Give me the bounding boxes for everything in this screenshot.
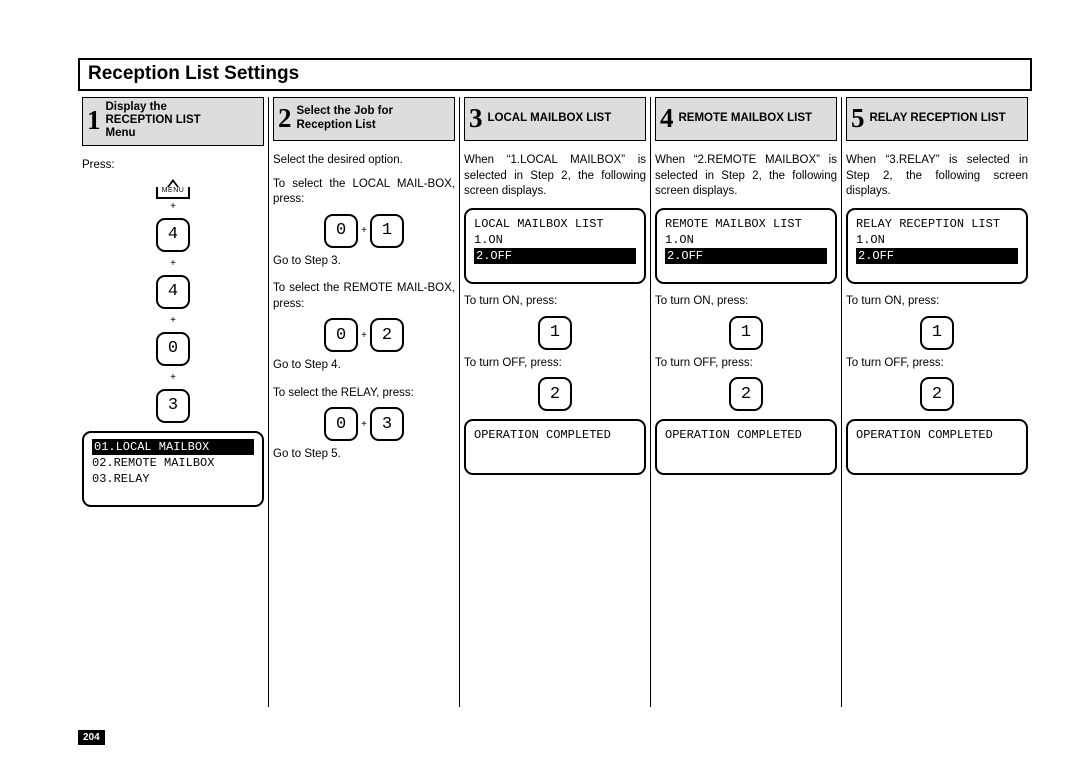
body-text: To select the REMOTE MAIL-BOX, press: — [273, 281, 455, 312]
col-5: 5 RELAY RECEPTION LIST When “3.RELAY” is… — [841, 97, 1032, 707]
lcd-line-selected: 2.OFF — [856, 248, 1018, 264]
keypad-key: 3 — [370, 407, 404, 441]
body-text: Go to Step 5. — [273, 447, 455, 463]
body-text: When “3.RELAY” is selected in Step 2, th… — [846, 153, 1028, 200]
keypad-key: 4 — [156, 218, 190, 252]
lcd-screen: LOCAL MAILBOX LIST 1.ON 2.OFF — [464, 208, 646, 285]
keypad-key: 1 — [920, 316, 954, 350]
keypad-key: 0 — [324, 407, 358, 441]
body-text: When “2.REMOTE MAILBOX” is selected in S… — [655, 153, 837, 200]
press-label: Press: — [82, 158, 264, 174]
lcd-line-selected: 2.OFF — [665, 248, 827, 264]
keypad-key: 2 — [729, 377, 763, 411]
step-title: Select the Job for Reception List — [297, 105, 394, 131]
lcd-line: REMOTE MAILBOX LIST — [665, 217, 802, 231]
body-text: To turn ON, press: — [655, 294, 837, 310]
lcd-screen: REMOTE MAILBOX LIST 1.ON 2.OFF — [655, 208, 837, 285]
plus-icon: + — [82, 201, 264, 212]
col-4: 4 REMOTE MAILBOX LIST When “2.REMOTE MAI… — [650, 97, 841, 707]
step-title: RELAY RECEPTION LIST — [870, 112, 1006, 125]
keypad-key: 0 — [324, 214, 358, 248]
step-title: REMOTE MAILBOX LIST — [679, 112, 813, 125]
plus-icon: + — [82, 372, 264, 383]
step-title-l2: RECEPTION LIST — [106, 114, 201, 126]
col-1: 1 Display the RECEPTION LIST Menu Press:… — [78, 97, 268, 707]
step-number: 3 — [469, 105, 483, 132]
col3-header: 3 LOCAL MAILBOX LIST — [464, 97, 646, 141]
col2-header: 2 Select the Job for Reception List — [273, 97, 455, 141]
col-2: 2 Select the Job for Reception List Sele… — [268, 97, 459, 707]
lcd-line: OPERATION COMPLETED — [474, 428, 611, 442]
keypad-key: 3 — [156, 389, 190, 423]
lcd-line: 1.ON — [474, 233, 503, 247]
page-number: 204 — [78, 730, 105, 745]
body-text: Select the desired option. — [273, 153, 455, 169]
keypad-key: 2 — [920, 377, 954, 411]
keypad-key: 2 — [370, 318, 404, 352]
col5-header: 5 RELAY RECEPTION LIST — [846, 97, 1028, 141]
plus-icon: + — [82, 258, 264, 269]
step-number: 2 — [278, 105, 292, 132]
plus-icon: + — [361, 225, 367, 236]
step-number: 5 — [851, 105, 865, 132]
lcd-line: RELAY RECEPTION LIST — [856, 217, 1000, 231]
step-title-l3: Menu — [106, 127, 136, 139]
lcd-line-selected: 2.OFF — [474, 248, 636, 264]
body-text: When “1.LOCAL MAILBOX” is selected in St… — [464, 153, 646, 200]
body-text: Go to Step 4. — [273, 358, 455, 374]
lcd-line: OPERATION COMPLETED — [665, 428, 802, 442]
col4-header: 4 REMOTE MAILBOX LIST — [655, 97, 837, 141]
plus-icon: + — [361, 419, 367, 430]
col-3: 3 LOCAL MAILBOX LIST When “1.LOCAL MAILB… — [459, 97, 650, 707]
keypad-key: 1 — [370, 214, 404, 248]
step-title-l1: Display the — [106, 101, 167, 113]
lcd-screen: RELAY RECEPTION LIST 1.ON 2.OFF — [846, 208, 1028, 285]
lcd-screen: OPERATION COMPLETED — [846, 419, 1028, 475]
step-number: 4 — [660, 105, 674, 132]
keypad-key: 0 — [156, 332, 190, 366]
lcd-line: 1.ON — [856, 233, 885, 247]
keypad-key: 1 — [538, 316, 572, 350]
body-text: To turn ON, press: — [846, 294, 1028, 310]
lcd-screen: OPERATION COMPLETED — [464, 419, 646, 475]
page-number-block: 204 — [78, 731, 105, 743]
plus-icon: + — [361, 330, 367, 341]
col1-header: 1 Display the RECEPTION LIST Menu — [82, 97, 264, 146]
body-text: To turn ON, press: — [464, 294, 646, 310]
step-number: 1 — [87, 107, 101, 134]
menu-key-icon: MENU — [156, 187, 191, 199]
lcd-line: 02.REMOTE MAILBOX — [92, 456, 214, 470]
lcd-screen: 01.LOCAL MAILBOX 02.REMOTE MAILBOX 03.RE… — [82, 431, 264, 508]
keypad-key: 1 — [729, 316, 763, 350]
body-text: To turn OFF, press: — [464, 356, 646, 372]
keypad-key: 2 — [538, 377, 572, 411]
keypad-key: 0 — [324, 318, 358, 352]
step-title-l2: Reception List — [297, 119, 376, 131]
keypad-key: 4 — [156, 275, 190, 309]
page-title: Reception List Settings — [78, 58, 1032, 91]
lcd-line-selected: 01.LOCAL MAILBOX — [92, 439, 254, 455]
lcd-line: 1.ON — [665, 233, 694, 247]
lcd-line: 03.RELAY — [92, 472, 150, 486]
lcd-line: OPERATION COMPLETED — [856, 428, 993, 442]
body-text: To turn OFF, press: — [655, 356, 837, 372]
instruction-columns: 1 Display the RECEPTION LIST Menu Press:… — [78, 97, 1032, 707]
body-text: To select the LOCAL MAIL-BOX, press: — [273, 177, 455, 208]
step-title: LOCAL MAILBOX LIST — [488, 112, 612, 125]
body-text: To select the RELAY, press: — [273, 386, 455, 402]
body-text: To turn OFF, press: — [846, 356, 1028, 372]
body-text: Go to Step 3. — [273, 254, 455, 270]
lcd-line: LOCAL MAILBOX LIST — [474, 217, 604, 231]
step-title: Display the RECEPTION LIST Menu — [106, 101, 201, 141]
step-title-l1: Select the Job for — [297, 105, 394, 117]
lcd-screen: OPERATION COMPLETED — [655, 419, 837, 475]
plus-icon: + — [82, 315, 264, 326]
